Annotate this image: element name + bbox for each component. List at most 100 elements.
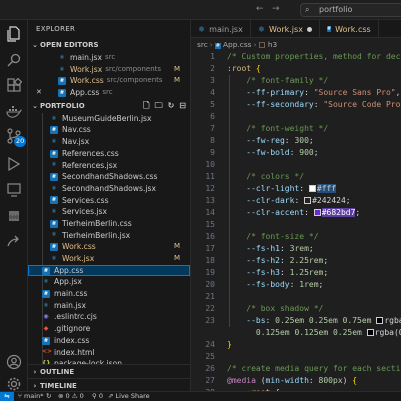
chevron-right-icon: › (253, 40, 257, 49)
color-swatch[interactable] (376, 317, 384, 324)
open-editors-header[interactable]: ⌄ OPEN EDITORS (28, 38, 190, 52)
file-tree-item[interactable]: # TierheimBerlin.css (28, 218, 190, 230)
file-name: index.css (54, 335, 90, 345)
file-tree-item[interactable]: ⚛ Nav.jsx (28, 136, 190, 148)
line-number: 13 (205, 196, 215, 205)
command-center-search[interactable]: ⌕ portfolio (300, 3, 401, 17)
color-swatch[interactable] (313, 209, 321, 216)
file-tree-item[interactable]: ⚛ Services.jsx (28, 206, 190, 218)
account-icon[interactable] (0, 350, 28, 374)
chevron-down-icon: ⌄ (32, 101, 38, 110)
arrow-left-icon[interactable]: ← (256, 4, 264, 14)
remote-explorer-icon[interactable] (0, 178, 28, 202)
code-content: --fs-body: 1rem; (227, 279, 323, 291)
color-swatch[interactable] (366, 329, 374, 336)
file-tree-item[interactable]: # Nav.css (28, 124, 190, 136)
breadcrumb-symbol[interactable]: h3 (268, 40, 277, 49)
explorer-icon[interactable] (0, 22, 28, 46)
breadcrumb-file[interactable]: App.css (223, 40, 252, 49)
code-content: /* box shadow */ (227, 303, 323, 315)
code-token: --fs-h3 (246, 268, 280, 277)
project-header[interactable]: ⌄ PORTFOLIO 🗋 🗀 ↻ ⊟ (28, 99, 190, 113)
code-token: --fw-reg (246, 136, 285, 145)
file-tree-item[interactable]: # index.css (28, 335, 190, 347)
remote-indicator-icon[interactable]: ⇋ (0, 392, 14, 401)
line-number: 17 (205, 244, 215, 253)
open-editor-item[interactable]: ✕ # App.css src (28, 87, 190, 99)
css-file-icon: # (50, 219, 58, 228)
file-name: Services.css (62, 195, 109, 205)
file-tree-item[interactable]: # Services.css (28, 195, 190, 207)
breadcrumb-folder[interactable]: src (197, 40, 208, 49)
docker-icon[interactable] (0, 100, 28, 124)
sync-icon[interactable]: ↻ (46, 392, 51, 401)
file-tree-item[interactable]: ⚛ SecondhandShadows.jsx (28, 183, 190, 195)
file-tree-item[interactable]: # main.css (28, 288, 190, 300)
editor-tab[interactable]: ⚛ main.jsx (191, 20, 251, 37)
code-token: : (299, 184, 309, 193)
line-number: 18 (205, 256, 215, 265)
file-tree-item[interactable]: # Work.css M (28, 241, 190, 253)
open-editor-dir: src (104, 53, 116, 61)
file-tree-item[interactable]: <> index.html (28, 347, 190, 359)
run-debug-icon[interactable] (0, 152, 28, 176)
source-control-icon[interactable]: 20 (0, 124, 28, 148)
code-line: 10 (191, 159, 401, 171)
line-number: 6 (210, 112, 215, 121)
file-name: SecondhandShadows.css (62, 172, 158, 182)
code-token: #242424; (312, 196, 351, 205)
new-folder-icon[interactable]: 🗀 (155, 99, 163, 113)
file-tree-item[interactable]: ⚛ TierheimBerlin.jsx (28, 230, 190, 242)
file-tree-item[interactable]: ⚛ App.jsx (28, 276, 190, 288)
new-file-icon[interactable]: 🗋 (143, 99, 149, 113)
live-share-status[interactable]: ⇗ Live Share (108, 392, 150, 401)
outline-header[interactable]: › OUTLINE (28, 364, 190, 378)
file-tree-item[interactable]: ◆ .gitignore (28, 323, 190, 335)
code-content: --fw-bold: 900; (227, 147, 318, 159)
color-swatch[interactable] (308, 185, 316, 192)
file-tree-item[interactable]: ◉ .eslintrc.cjs (28, 311, 190, 323)
editor-tab[interactable]: # Work.css (320, 20, 379, 37)
file-tree-item[interactable]: # References.css (28, 148, 190, 160)
extensions-icon[interactable] (0, 74, 28, 98)
code-token: : (289, 280, 300, 289)
file-tree-item[interactable]: ⚛ MuseumGuideBerlin.jsx (28, 113, 190, 125)
file-tree-item[interactable]: ⚛ main.jsx (28, 300, 190, 312)
code-line: 15 (191, 219, 401, 231)
problems-status[interactable]: ⊗ 0 ⚠ 0 (58, 392, 84, 401)
branch-status[interactable]: ⑂ main* (18, 392, 43, 401)
search-icon[interactable] (0, 48, 28, 72)
code-token: ( (255, 376, 266, 385)
file-name: Nav.jsx (62, 137, 90, 147)
code-token: ; (355, 208, 361, 217)
code-token: ; (318, 280, 324, 289)
color-swatch[interactable] (304, 197, 312, 204)
ports-status[interactable]: ⚲ 0 (92, 392, 103, 401)
code-line: 4 --ff-primary: "Source Sans Pro", s (191, 87, 401, 99)
open-editor-item[interactable]: ⚛ Work.jsx src/components M (28, 64, 190, 76)
open-editor-item[interactable]: ⚛ main.jsx src (28, 52, 190, 64)
code-line: 3 /* font-family */ (191, 75, 401, 87)
code-editor[interactable]: 1 /* Custom properties, method for declar… (191, 51, 401, 391)
timeline-header[interactable]: › TIMELINE (28, 378, 190, 391)
live-share-icon[interactable] (0, 230, 28, 254)
file-tree-item[interactable]: ⚛ Work.jsx M (28, 253, 190, 265)
refresh-icon[interactable]: ↻ (168, 99, 175, 113)
open-editor-item[interactable]: # Work.css src/components M (28, 75, 190, 87)
file-tree-item[interactable]: # App.css (28, 264, 190, 277)
close-icon[interactable]: ✕ (36, 87, 42, 99)
code-line: 22 /* box shadow */ (191, 303, 401, 315)
editor-tab[interactable]: ⚛ Work.jsx (251, 20, 320, 37)
react-file-icon: ⚛ (59, 65, 65, 73)
code-content: /* create media query for each secti (227, 363, 400, 375)
file-tree-item[interactable]: # SecondhandShadows.css (28, 171, 190, 183)
testing-icon[interactable]: ooo (0, 204, 28, 228)
collapse-all-icon[interactable]: ⊟ (179, 99, 186, 113)
unsaved-dot-icon[interactable] (306, 26, 312, 32)
code-token: 300 (294, 136, 309, 145)
code-token: --fs-h1 (246, 244, 280, 253)
code-token: --clr-light (246, 184, 300, 193)
file-tree-item[interactable]: ⚛ References.jsx (28, 160, 190, 172)
code-content: --ff-primary: "Source Sans Pro", s (227, 87, 401, 99)
arrow-right-icon[interactable]: → (272, 4, 280, 14)
